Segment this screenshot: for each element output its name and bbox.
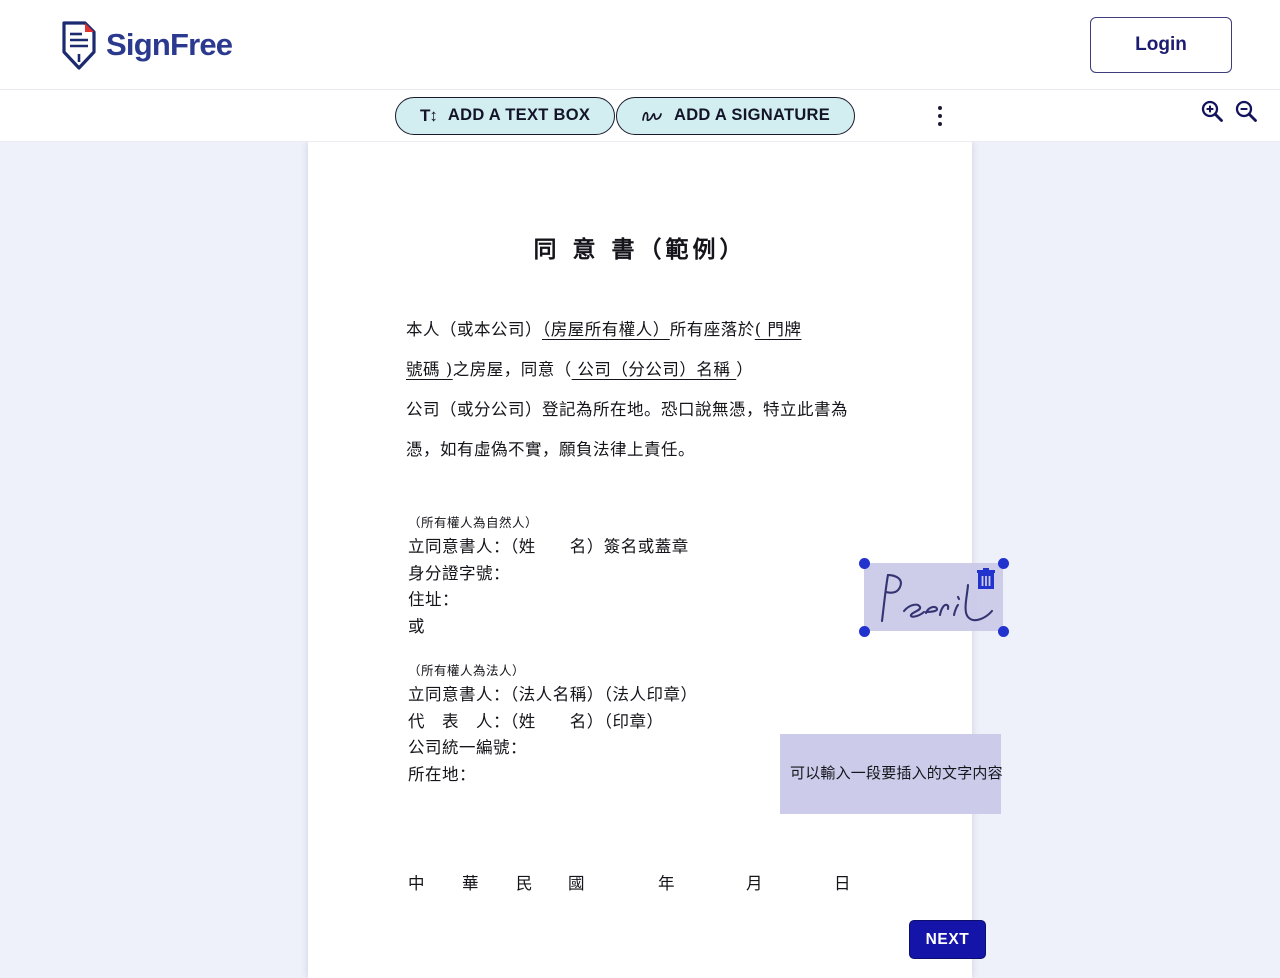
kebab-menu-icon [938, 114, 942, 118]
date-token: 年 [658, 874, 675, 893]
legal-person-line: 立同意書人：（法人名稱）（法人印章） [408, 685, 698, 704]
body-seg: 所有座落於 [669, 320, 755, 339]
signature-scribble-icon [642, 111, 662, 121]
resize-handle-top-left[interactable] [858, 557, 870, 569]
kebab-menu-icon [938, 122, 942, 126]
legal-person-block: （所有權人為法人） 立同意書人：（法人名稱）（法人印章） 代 表 人：（姓 名）… [408, 660, 698, 788]
natural-person-line: 或 [408, 616, 425, 636]
natural-person-line: 立同意書人：（姓 名）簽名或蓋章 [408, 537, 689, 556]
legal-person-line: 所在地： [408, 764, 476, 784]
natural-person-line: 身分證字號： [408, 563, 510, 583]
legal-person-caption: （所有權人為法人） [408, 663, 526, 678]
date-token: 民 [516, 874, 533, 893]
brand: SignFree [58, 20, 233, 70]
add-text-box-label: ADD A TEXT BOX [447, 106, 591, 124]
body-seg-underlined: 號碼 ) [406, 360, 453, 379]
login-button[interactable]: Login [1090, 16, 1232, 73]
date-token: 日 [834, 874, 851, 893]
app-header: SignFree Login [0, 0, 1280, 90]
text-annotation-value[interactable]: 可以輸入一段要插入的文字内容 [790, 762, 1003, 783]
natural-person-block: （所有權人為自然人） 立同意書人：（姓 名）簽名或蓋章 身分證字號： 住址： 或 [408, 512, 689, 640]
resize-handle-bottom-left[interactable] [858, 625, 870, 637]
brand-name: SignFree [106, 26, 233, 62]
body-seg: ） [736, 360, 754, 379]
natural-person-caption: （所有權人為自然人） [408, 515, 539, 530]
document-page[interactable]: 同 意 書（範例） 本人（或本公司）（房屋所有權人）所有座落於( 門牌 號碼 )… [308, 142, 1009, 978]
date-token: 國 [568, 874, 585, 893]
kebab-menu-icon [938, 106, 942, 110]
resize-handle-bottom-right[interactable] [997, 625, 1009, 637]
body-line: 號碼 )之房屋，同意（ 公司（分公司）名稱 ） [406, 350, 876, 390]
body-seg: 本人（或本公司） [406, 320, 542, 339]
document-body: 本人（或本公司）（房屋所有權人）所有座落於( 門牌 號碼 )之房屋，同意（ 公司… [406, 310, 876, 470]
zoom-in-icon[interactable] [1200, 99, 1224, 123]
legal-person-line: 代 表 人：（姓 名）（印章） [408, 711, 664, 731]
date-token: 中 [408, 874, 425, 893]
body-seg: 公司（或分公司）登記為所在地。恐口說無憑，特立此書為 [406, 400, 848, 419]
body-seg: 憑，如有虛偽不實，願負法律上責任。 [406, 440, 695, 459]
zoom-out-icon[interactable] [1234, 99, 1258, 123]
body-line: 憑，如有虛偽不實，願負法律上責任。 [406, 430, 876, 470]
body-seg-underlined: （房屋所有權人） [542, 320, 670, 339]
add-text-box-button[interactable]: T↕ ADD A TEXT BOX [395, 96, 616, 135]
signature-annotation[interactable] [858, 557, 1009, 637]
editor-toolbar: T↕ ADD A TEXT BOX ADD A SIGNATURE [0, 90, 1280, 142]
date-line: 中 華 民 國 年 月 日 [408, 870, 878, 894]
body-seg: 之房屋，同意（ [452, 360, 572, 379]
body-line: 本人（或本公司）（房屋所有權人）所有座落於( 門牌 [406, 310, 876, 350]
body-seg-underlined: 公司（分公司）名稱 [571, 360, 737, 379]
next-button[interactable]: NEXT [909, 920, 986, 959]
add-signature-button[interactable]: ADD A SIGNATURE [616, 96, 856, 135]
date-token: 月 [746, 874, 763, 893]
text-annotation[interactable]: 可以輸入一段要插入的文字内容 [780, 734, 1003, 814]
natural-person-line: 住址： [408, 590, 459, 609]
resize-handle-top-right[interactable] [997, 557, 1009, 569]
document-title: 同 意 書（範例） [533, 236, 747, 263]
document-workspace[interactable]: 同 意 書（範例） 本人（或本公司）（房屋所有權人）所有座落於( 門牌 號碼 )… [0, 142, 1280, 978]
add-signature-label: ADD A SIGNATURE [674, 106, 831, 124]
body-line: 公司（或分公司）登記為所在地。恐口說無憑，特立此書為 [406, 390, 876, 430]
document-pen-logo-icon [62, 20, 96, 70]
zoom-controls [1200, 99, 1258, 123]
legal-person-line: 公司統一編號： [408, 738, 527, 757]
trash-icon[interactable] [975, 567, 997, 591]
text-size-icon: T↕ [420, 105, 438, 125]
more-options-button[interactable] [928, 98, 952, 134]
body-seg-underlined: ( 門牌 [754, 320, 802, 339]
date-token: 華 [462, 874, 479, 893]
